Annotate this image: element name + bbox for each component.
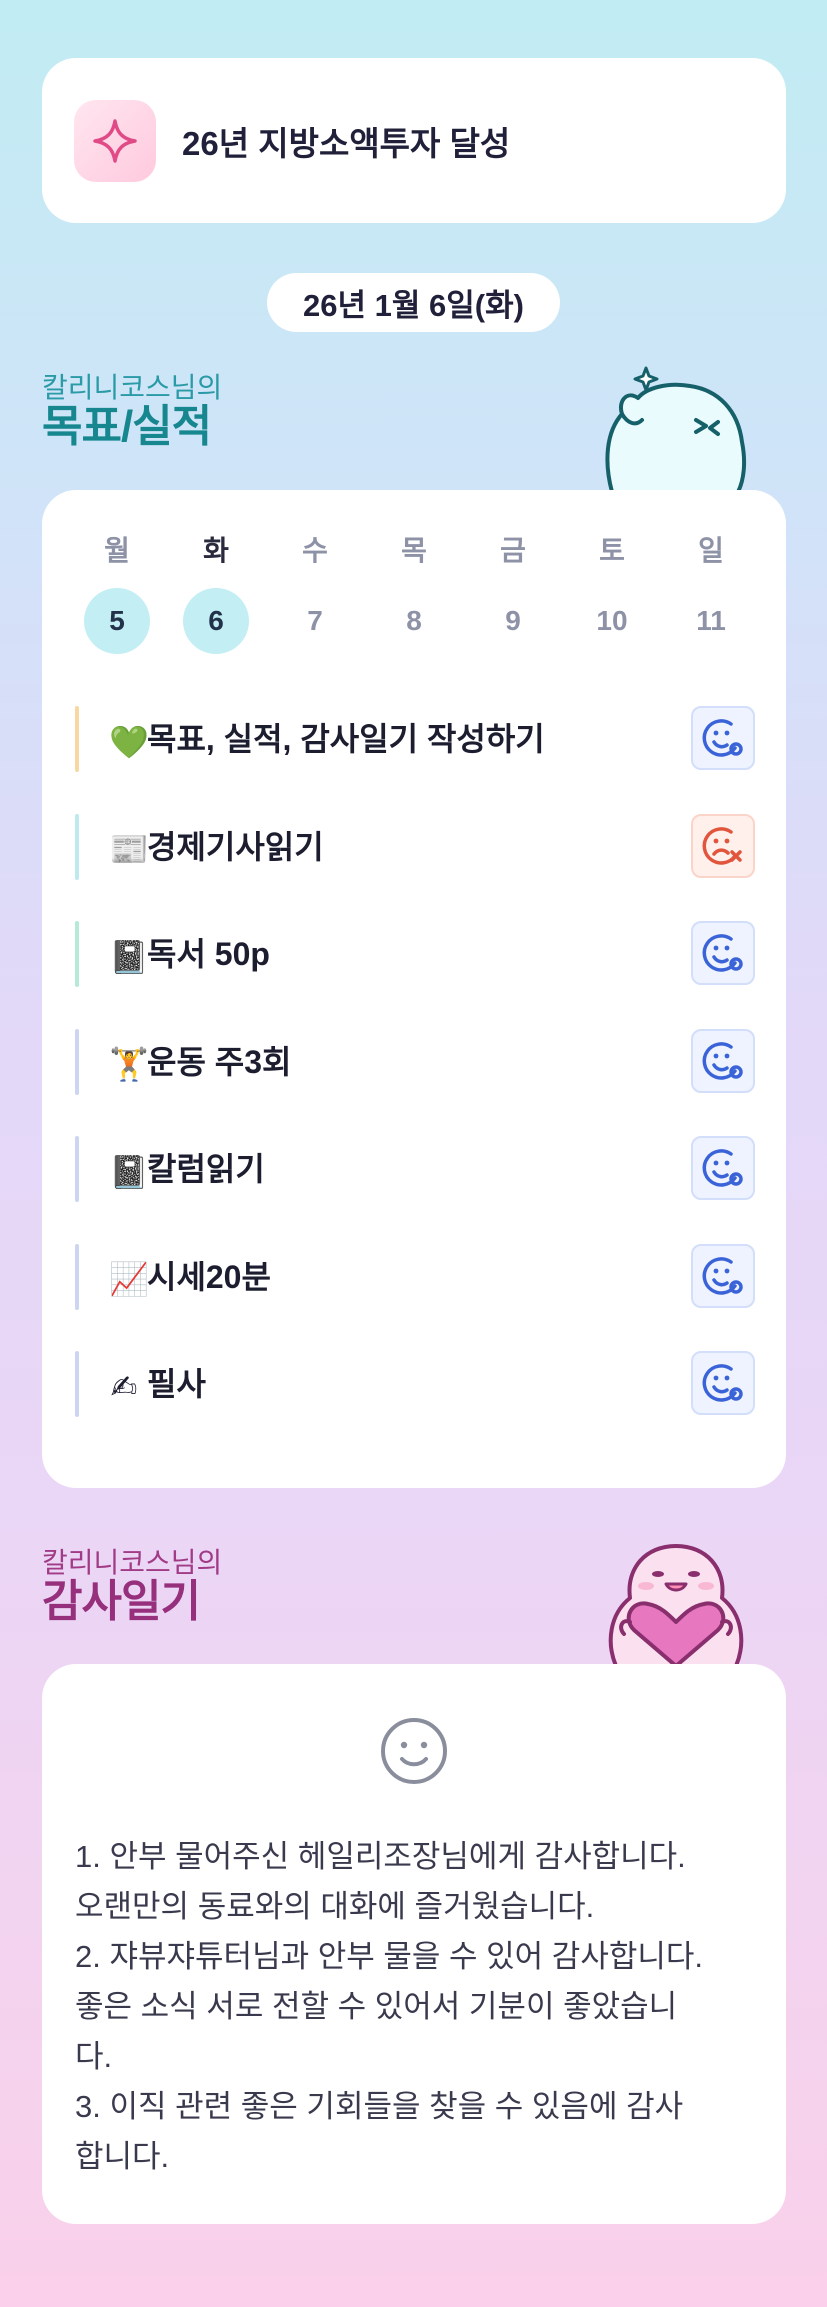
day-column[interactable]: 월5 (75, 530, 159, 654)
task-text: 🏋운동 주3회 (109, 1021, 291, 1103)
goals-section-heading: 칼리니코스님의 목표/실적 (42, 372, 222, 450)
task-emoji-icon: 📈 (109, 1261, 149, 1298)
day-name: 화 (203, 535, 229, 566)
task-text: ✍ 필사 (109, 1343, 206, 1425)
gratitude-section-title: 감사일기 (42, 1577, 201, 1626)
day-name: 수 (302, 535, 328, 566)
task-text: 📰경제기사읽기 (109, 806, 324, 888)
task-text: 📓칼럼읽기 (109, 1128, 265, 1210)
day-column[interactable]: 일 11 (669, 530, 753, 654)
task-emoji-icon: 📰 (109, 831, 149, 868)
task-color-bar (75, 1243, 79, 1310)
day-name: 목 (401, 535, 427, 566)
day-column[interactable]: 화6 (174, 530, 258, 654)
day-column[interactable]: 금9 (471, 530, 555, 654)
sad-face-x-icon (702, 826, 742, 865)
day-name: 토 (599, 535, 625, 566)
smile-face-check-icon (702, 719, 743, 757)
task-color-bar (75, 706, 79, 772)
task-text: 💚목표, 실적, 감사일기 작성하기 (109, 698, 545, 780)
task-text: 📓독서 50p (109, 913, 270, 995)
goals-section-title: 목표/실적 (42, 402, 212, 451)
task-label: 목표, 실적, 감사일기 작성하기 (147, 721, 545, 757)
task-label: 경제기사읽기 (147, 828, 324, 865)
week-strip: 월 5 화 6 수 7 목 8 금 9 토 10 일 11 (75, 530, 753, 654)
task-emoji-icon: 💚 (109, 723, 149, 760)
task-row[interactable]: ✍ 필사 (75, 1343, 755, 1451)
day-number[interactable]: 9 (480, 588, 546, 654)
day-number[interactable]: 11 (678, 588, 744, 654)
day-number[interactable]: 8 (381, 588, 447, 654)
task-label: 독서 50p (147, 936, 270, 972)
date-pill[interactable]: 26년 1월 6일(화) (267, 273, 560, 332)
smile-face-check-icon (702, 1364, 743, 1402)
task-label: 필사 (147, 1366, 206, 1402)
task-color-bar (75, 1136, 79, 1202)
task-label: 운동 주3회 (147, 1043, 292, 1080)
goals-card: 월 5 화 6 수 7 목 8 금 9 토 10 일 11 💚목표, 실적, 감사일기 작성하기 📰경제기사… (42, 490, 786, 1488)
task-status-button[interactable] (691, 921, 755, 985)
gratitude-section-heading: 칼리니코스님의 감사일기 (42, 1547, 222, 1625)
day-column[interactable]: 목8 (372, 530, 456, 654)
day-number[interactable]: 10 (579, 588, 645, 654)
task-status-button[interactable] (691, 1136, 755, 1200)
task-status-button[interactable] (691, 813, 755, 878)
smile-face-check-icon (702, 1256, 743, 1295)
teal-mascot-illustration (605, 366, 747, 492)
task-row[interactable]: 📓독서 50p (75, 913, 755, 1021)
task-status-button[interactable] (691, 1028, 755, 1093)
task-label: 시세20분 (147, 1258, 271, 1295)
gratitude-text[interactable]: 1. 안부 물어주신 헤일리조장님에게 감사합니다. 오랜만의 동료와의 대화에… (75, 1832, 765, 2182)
smile-face-icon[interactable] (379, 1716, 449, 1786)
smile-face-check-icon (702, 1041, 743, 1080)
goal-title: 26년 지방소액투자 달성 (182, 124, 511, 162)
day-number[interactable]: 7 (282, 588, 348, 654)
smile-face-check-icon (702, 934, 743, 972)
task-row[interactable]: 🏋운동 주3회 (75, 1021, 755, 1129)
task-text: 📈시세20분 (109, 1236, 271, 1318)
gratitude-card: 1. 안부 물어주신 헤일리조장님에게 감사합니다. 오랜만의 동료와의 대화에… (42, 1664, 786, 2224)
task-emoji-icon: ✍ (110, 1368, 138, 1405)
goals-section-subtitle: 칼리니코스님의 (42, 372, 223, 403)
day-number[interactable]: 5 (84, 588, 150, 654)
smile-face-check-icon (702, 1149, 743, 1187)
task-label: 칼럼읽기 (147, 1151, 265, 1187)
sparkle-icon (93, 118, 137, 163)
task-color-bar (75, 921, 79, 987)
task-status-button[interactable] (691, 706, 755, 770)
gratitude-section-subtitle: 칼리니코스님의 (42, 1547, 223, 1578)
pink-mascot-illustration (608, 1544, 744, 1666)
day-number[interactable]: 6 (183, 588, 249, 654)
task-status-button[interactable] (691, 1243, 755, 1308)
goal-icon-box (74, 99, 156, 182)
goal-card[interactable]: 26년 지방소액투자 달성 (42, 58, 786, 223)
day-column[interactable]: 토 10 (570, 530, 654, 654)
day-name: 금 (500, 535, 526, 566)
task-row[interactable]: 💚목표, 실적, 감사일기 작성하기 (75, 698, 755, 806)
task-status-button[interactable] (691, 1351, 755, 1415)
task-list: 💚목표, 실적, 감사일기 작성하기 📰경제기사읽기 📓독서 50p 🏋운동 주3회 📓… (75, 698, 755, 1451)
task-color-bar (75, 1351, 79, 1417)
task-color-bar (75, 1028, 79, 1095)
task-row[interactable]: 📈시세20분 (75, 1236, 755, 1344)
task-row[interactable]: 📓칼럼읽기 (75, 1128, 755, 1236)
day-name: 일 (698, 535, 724, 566)
task-row[interactable]: 📰경제기사읽기 (75, 806, 755, 914)
task-color-bar (75, 813, 79, 880)
task-emoji-icon: 📓 (109, 938, 149, 975)
task-emoji-icon: 📓 (109, 1153, 149, 1190)
day-name: 월 (104, 535, 130, 566)
day-column[interactable]: 수7 (273, 530, 357, 654)
task-emoji-icon: 🏋 (109, 1046, 149, 1083)
